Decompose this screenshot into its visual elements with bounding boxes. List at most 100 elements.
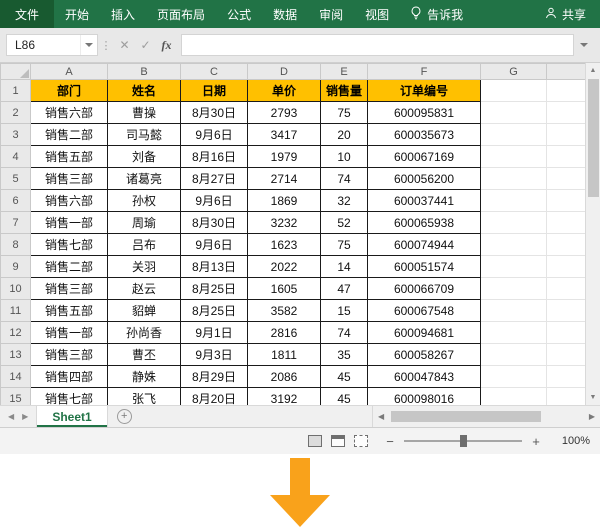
- empty-cell[interactable]: [547, 322, 586, 344]
- data-cell[interactable]: 600066709: [368, 278, 481, 300]
- data-cell[interactable]: 8月16日: [181, 146, 248, 168]
- next-sheet-icon[interactable]: ▶: [22, 412, 28, 421]
- data-cell[interactable]: 600037441: [368, 190, 481, 212]
- sheet-tab-sheet1[interactable]: Sheet1: [36, 406, 107, 427]
- data-cell[interactable]: 销售三部: [31, 168, 108, 190]
- horizontal-scroll-track[interactable]: [389, 406, 584, 427]
- empty-cell[interactable]: [481, 344, 547, 366]
- zoom-in-button[interactable]: +: [530, 434, 542, 449]
- empty-cell[interactable]: [547, 102, 586, 124]
- data-cell[interactable]: 销售三部: [31, 278, 108, 300]
- data-cell[interactable]: 74: [321, 168, 368, 190]
- data-cell[interactable]: 2086: [248, 366, 321, 388]
- data-cell[interactable]: 600094681: [368, 322, 481, 344]
- tab-home[interactable]: 开始: [54, 0, 100, 28]
- tab-data[interactable]: 数据: [262, 0, 308, 28]
- data-cell[interactable]: 15: [321, 300, 368, 322]
- data-cell[interactable]: 1605: [248, 278, 321, 300]
- data-cell[interactable]: 8月29日: [181, 366, 248, 388]
- empty-cell[interactable]: [481, 102, 547, 124]
- data-cell[interactable]: 2816: [248, 322, 321, 344]
- data-cell[interactable]: 45: [321, 366, 368, 388]
- data-cell[interactable]: 8月27日: [181, 168, 248, 190]
- data-cell[interactable]: 关羽: [108, 256, 181, 278]
- page-layout-view-icon[interactable]: [331, 435, 345, 447]
- row-header-2[interactable]: 2: [1, 102, 31, 124]
- data-cell[interactable]: 销售一部: [31, 322, 108, 344]
- data-cell[interactable]: 销售二部: [31, 124, 108, 146]
- header-cell[interactable]: 日期: [181, 80, 248, 102]
- data-cell[interactable]: 孙尚香: [108, 322, 181, 344]
- data-cell[interactable]: 600051574: [368, 256, 481, 278]
- data-cell[interactable]: 35: [321, 344, 368, 366]
- scroll-down-icon[interactable]: ▼: [586, 390, 600, 405]
- empty-cell[interactable]: [481, 300, 547, 322]
- data-cell[interactable]: 10: [321, 146, 368, 168]
- data-cell[interactable]: 销售四部: [31, 366, 108, 388]
- header-cell[interactable]: 姓名: [108, 80, 181, 102]
- data-cell[interactable]: 600058267: [368, 344, 481, 366]
- data-cell[interactable]: 9月6日: [181, 190, 248, 212]
- data-cell[interactable]: 销售六部: [31, 190, 108, 212]
- data-cell[interactable]: 8月30日: [181, 102, 248, 124]
- select-all-corner[interactable]: [1, 64, 31, 80]
- data-cell[interactable]: 20: [321, 124, 368, 146]
- tab-formulas[interactable]: 公式: [216, 0, 262, 28]
- tab-insert[interactable]: 插入: [100, 0, 146, 28]
- enter-button[interactable]: ✓: [135, 38, 156, 52]
- data-cell[interactable]: 曹操: [108, 102, 181, 124]
- data-cell[interactable]: 47: [321, 278, 368, 300]
- empty-cell[interactable]: [481, 234, 547, 256]
- empty-cell[interactable]: [481, 124, 547, 146]
- row-header-1[interactable]: 1: [1, 80, 31, 102]
- data-cell[interactable]: 3192: [248, 388, 321, 406]
- data-cell[interactable]: 1811: [248, 344, 321, 366]
- data-cell[interactable]: 周瑜: [108, 212, 181, 234]
- data-cell[interactable]: 75: [321, 102, 368, 124]
- header-cell[interactable]: 部门: [31, 80, 108, 102]
- data-cell[interactable]: 8月20日: [181, 388, 248, 406]
- row-header-14[interactable]: 14: [1, 366, 31, 388]
- row-header-12[interactable]: 12: [1, 322, 31, 344]
- data-cell[interactable]: 9月3日: [181, 344, 248, 366]
- data-cell[interactable]: 销售七部: [31, 234, 108, 256]
- data-cell[interactable]: 600074944: [368, 234, 481, 256]
- data-cell[interactable]: 8月25日: [181, 278, 248, 300]
- data-cell[interactable]: 8月25日: [181, 300, 248, 322]
- scroll-left-icon[interactable]: ◀: [373, 412, 389, 421]
- data-cell[interactable]: 3232: [248, 212, 321, 234]
- data-cell[interactable]: 600035673: [368, 124, 481, 146]
- horizontal-scroll-thumb[interactable]: [391, 411, 541, 422]
- data-cell[interactable]: 75: [321, 234, 368, 256]
- row-header-15[interactable]: 15: [1, 388, 31, 406]
- data-cell[interactable]: 赵云: [108, 278, 181, 300]
- prev-sheet-icon[interactable]: ◀: [8, 412, 14, 421]
- row-header-8[interactable]: 8: [1, 234, 31, 256]
- data-cell[interactable]: 9月1日: [181, 322, 248, 344]
- row-header-6[interactable]: 6: [1, 190, 31, 212]
- empty-cell[interactable]: [481, 278, 547, 300]
- data-cell[interactable]: 3582: [248, 300, 321, 322]
- empty-cell[interactable]: [547, 278, 586, 300]
- data-cell[interactable]: 14: [321, 256, 368, 278]
- horizontal-scrollbar[interactable]: ◀ ▶: [372, 406, 600, 427]
- data-cell[interactable]: 600047843: [368, 366, 481, 388]
- zoom-slider[interactable]: [404, 440, 522, 442]
- formula-bar-expand[interactable]: [574, 43, 594, 47]
- data-cell[interactable]: 8月30日: [181, 212, 248, 234]
- row-header-7[interactable]: 7: [1, 212, 31, 234]
- empty-cell[interactable]: [481, 146, 547, 168]
- data-cell[interactable]: 2022: [248, 256, 321, 278]
- data-cell[interactable]: 45: [321, 388, 368, 406]
- empty-cell[interactable]: [547, 146, 586, 168]
- data-cell[interactable]: 52: [321, 212, 368, 234]
- empty-cell[interactable]: [481, 256, 547, 278]
- share-button[interactable]: 共享: [531, 0, 600, 28]
- formula-input[interactable]: [181, 34, 574, 56]
- empty-cell[interactable]: [547, 212, 586, 234]
- empty-cell[interactable]: [481, 80, 547, 102]
- formula-bar-handle[interactable]: ⋮: [98, 39, 114, 52]
- data-cell[interactable]: 静姝: [108, 366, 181, 388]
- data-cell[interactable]: 9月6日: [181, 124, 248, 146]
- data-cell[interactable]: 销售二部: [31, 256, 108, 278]
